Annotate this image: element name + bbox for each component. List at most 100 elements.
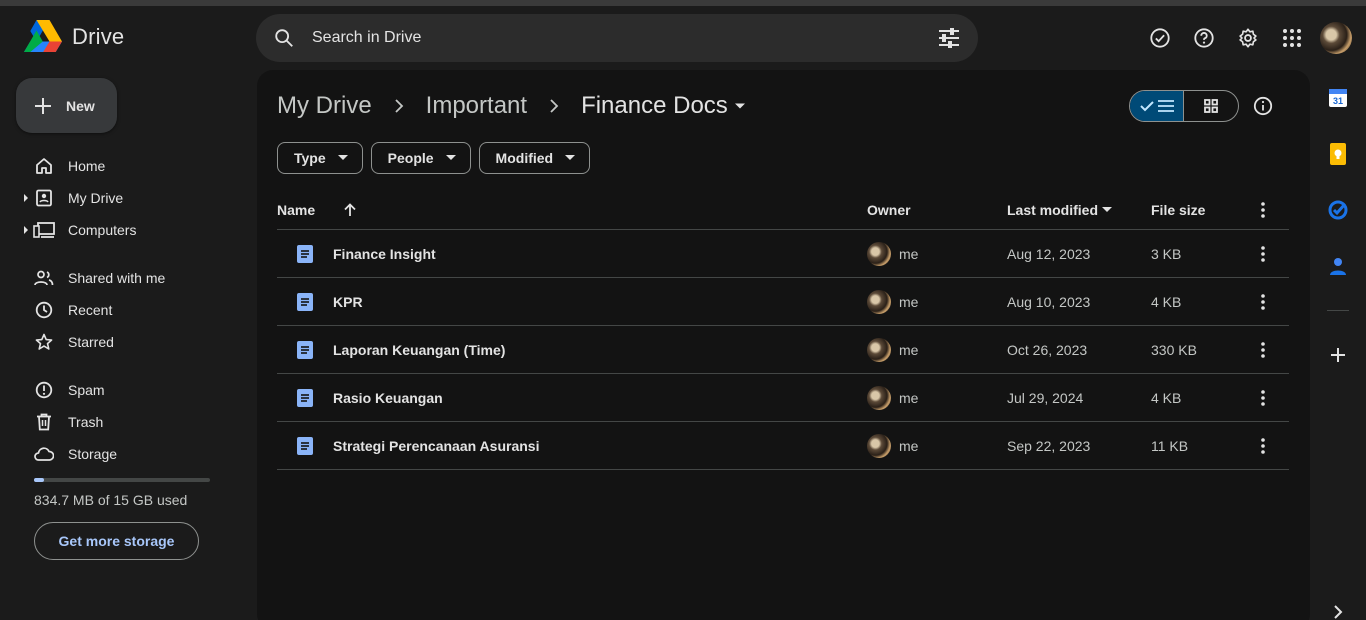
main-content: My Drive Important Finance Docs Type Peo…	[257, 70, 1310, 620]
last-modified-cell: Oct 26, 2023	[1007, 341, 1088, 358]
google-docs-file-icon	[297, 244, 313, 263]
file-size-cell: 330 KB	[1151, 341, 1197, 358]
filter-type-chip[interactable]: Type	[277, 142, 363, 174]
table-row[interactable]: Laporan Keuangan (Time) me Oct 26, 2023 …	[277, 326, 1289, 374]
column-name-header[interactable]: Name	[277, 202, 357, 218]
sidebar-item-storage[interactable]: Storage	[16, 438, 246, 470]
file-size-cell: 4 KB	[1151, 293, 1182, 310]
sort-ascending-icon[interactable]	[343, 202, 357, 217]
file-name-cell[interactable]: Strategi Perencanaan Asuransi	[297, 436, 539, 455]
tasks-icon[interactable]	[1326, 198, 1350, 222]
dropdown-arrow-icon	[445, 155, 456, 161]
sort-dropdown-icon[interactable]	[1102, 206, 1113, 213]
breadcrumb: My Drive Important Finance Docs	[277, 92, 746, 120]
table-row[interactable]: KPR me Aug 10, 2023 4 KB	[277, 278, 1289, 326]
file-name-cell[interactable]: KPR	[297, 292, 363, 311]
column-options-more-icon[interactable]	[1251, 198, 1275, 222]
more-actions-icon[interactable]	[1251, 290, 1275, 314]
column-label: Name	[277, 201, 316, 218]
sidebar-item-my-drive[interactable]: My Drive	[16, 182, 246, 214]
owner-name: me	[899, 437, 919, 454]
checkmark-icon	[1139, 100, 1154, 112]
new-button[interactable]: New	[16, 78, 117, 133]
header-actions	[1140, 20, 1352, 56]
account-avatar[interactable]	[1320, 22, 1352, 54]
more-actions-icon[interactable]	[1251, 338, 1275, 362]
sidebar-item-label: Home	[68, 158, 106, 174]
filter-people-chip[interactable]: People	[370, 142, 471, 174]
google-docs-file-icon	[297, 436, 313, 455]
chevron-right-icon	[539, 99, 569, 113]
owner-name: me	[899, 293, 919, 310]
grid-view-button[interactable]	[1184, 91, 1238, 121]
settings-gear-icon[interactable]	[1228, 20, 1268, 56]
drive-logo[interactable]: Drive	[24, 20, 124, 54]
sidebar-nav-secondary: Shared with me Recent Starred	[16, 262, 246, 358]
sidebar-item-label: Starred	[68, 334, 114, 350]
breadcrumb-item-my-drive[interactable]: My Drive	[277, 92, 372, 120]
side-panel-rail: 31	[1310, 70, 1366, 620]
list-view-button[interactable]	[1130, 91, 1185, 121]
more-actions-icon[interactable]	[1251, 434, 1275, 458]
sidebar-item-home[interactable]: Home	[16, 150, 246, 182]
calendar-icon[interactable]: 31	[1326, 86, 1350, 110]
chevron-right-icon	[384, 99, 414, 113]
info-icon[interactable]	[1251, 94, 1275, 118]
dropdown-arrow-icon	[337, 155, 348, 161]
table-row[interactable]: Rasio Keuangan me Jul 29, 2024 4 KB	[277, 374, 1289, 422]
sidebar-item-recent[interactable]: Recent	[16, 294, 246, 326]
storage-usage-bar	[34, 478, 210, 482]
expand-panel-chevron-icon[interactable]	[1326, 600, 1350, 620]
rail-divider	[1327, 310, 1349, 311]
sidebar-item-label: Recent	[68, 302, 113, 318]
keep-icon[interactable]	[1326, 142, 1350, 166]
last-modified-cell: Jul 29, 2024	[1007, 389, 1084, 406]
get-more-storage-button[interactable]: Get more storage	[34, 522, 199, 560]
sidebar-nav-tertiary: Spam Trash Storage	[16, 374, 246, 470]
more-actions-icon[interactable]	[1251, 386, 1275, 410]
help-icon[interactable]	[1184, 20, 1224, 56]
filter-chips: Type People Modified	[277, 142, 591, 174]
column-file-size-header[interactable]: File size	[1151, 202, 1205, 218]
offline-ready-icon[interactable]	[1140, 20, 1180, 56]
sidebar-item-label: Computers	[68, 222, 137, 238]
google-docs-file-icon	[297, 292, 313, 311]
file-name-cell[interactable]: Finance Insight	[297, 244, 436, 263]
expand-caret-icon[interactable]	[22, 226, 30, 234]
search-options-icon[interactable]	[920, 14, 978, 62]
file-size-cell: 11 KB	[1151, 437, 1189, 454]
sidebar-item-trash[interactable]: Trash	[16, 406, 246, 438]
sidebar-item-computers[interactable]: Computers	[16, 214, 246, 246]
window-top-strip	[0, 0, 1366, 6]
last-modified-cell: Sep 22, 2023	[1007, 437, 1091, 454]
list-view-icon	[1157, 100, 1174, 112]
search-icon[interactable]	[256, 14, 312, 62]
new-button-label: New	[66, 97, 95, 114]
column-last-modified-header[interactable]: Last modified	[1007, 202, 1113, 218]
breadcrumb-item-important[interactable]: Important	[426, 92, 527, 120]
search-bar[interactable]	[256, 14, 978, 62]
sidebar-item-spam[interactable]: Spam	[16, 374, 246, 406]
table-row[interactable]: Finance Insight me Aug 12, 2023 3 KB	[277, 230, 1289, 278]
expand-caret-icon[interactable]	[22, 194, 30, 202]
sidebar-item-label: Trash	[68, 414, 104, 430]
table-body: Finance Insight me Aug 12, 2023 3 KB KPR…	[277, 230, 1289, 470]
file-name: Finance Insight	[333, 245, 436, 262]
file-name-cell[interactable]: Rasio Keuangan	[297, 388, 443, 407]
search-input[interactable]	[312, 29, 920, 47]
folder-menu-dropdown-icon[interactable]	[734, 102, 746, 110]
apps-grid-icon[interactable]	[1272, 20, 1312, 56]
add-addon-plus-icon[interactable]	[1326, 343, 1350, 367]
more-actions-icon[interactable]	[1251, 242, 1275, 266]
column-owner-header[interactable]: Owner	[867, 202, 911, 218]
sidebar-item-starred[interactable]: Starred	[16, 326, 246, 358]
chip-label: Type	[294, 150, 326, 166]
breadcrumb-current-folder[interactable]: Finance Docs	[581, 92, 728, 120]
table-row[interactable]: Strategi Perencanaan Asuransi me Sep 22,…	[277, 422, 1289, 470]
sidebar-item-shared-with-me[interactable]: Shared with me	[16, 262, 246, 294]
people-icon	[32, 270, 56, 286]
contacts-icon[interactable]	[1326, 254, 1350, 278]
filter-modified-chip[interactable]: Modified	[478, 142, 591, 174]
file-name-cell[interactable]: Laporan Keuangan (Time)	[297, 340, 505, 359]
owner-cell: me	[867, 241, 918, 266]
